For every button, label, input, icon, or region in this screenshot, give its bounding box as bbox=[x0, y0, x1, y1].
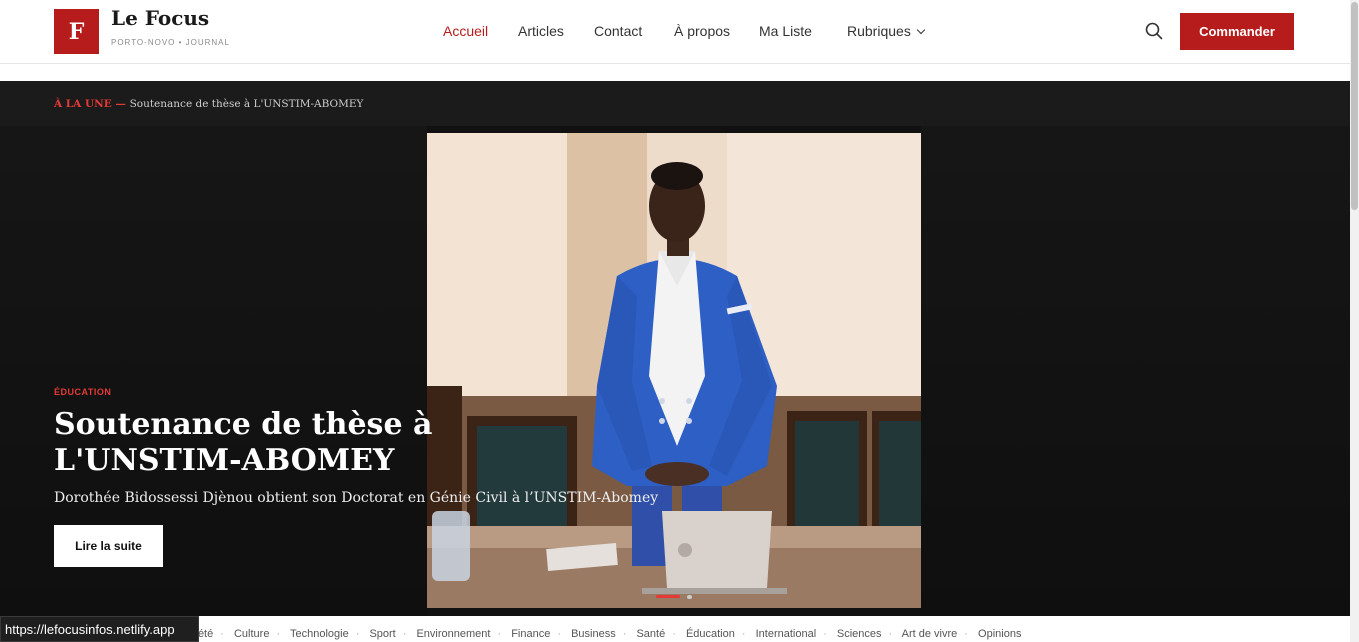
ticker-headline: Soutenance de thèse à L'UNSTIM-ABOMEY bbox=[129, 98, 364, 110]
site-header: F Le Focus PORTO-NOVO • JOURNAL Accueil … bbox=[0, 0, 1350, 64]
nav-rubriques-dropdown[interactable]: Rubriques bbox=[847, 23, 926, 39]
brand-tagline: PORTO-NOVO • JOURNAL bbox=[111, 38, 230, 47]
hero-title[interactable]: Soutenance de thèse à L'UNSTIM-ABOMEY bbox=[54, 407, 574, 479]
category-link[interactable]: Santé bbox=[636, 628, 665, 640]
ticker-line[interactable]: À LA UNE — Soutenance de thèse à L'UNSTI… bbox=[54, 98, 364, 110]
category-link[interactable]: Technologie bbox=[290, 628, 349, 640]
read-more-button[interactable]: Lire la suite bbox=[54, 525, 163, 567]
hero-photo bbox=[427, 126, 921, 616]
breaking-news-ticker: À LA UNE — Soutenance de thèse à L'UNSTI… bbox=[0, 81, 1350, 126]
category-link[interactable]: Culture bbox=[234, 628, 269, 640]
link-status-bar: https://lefocusinfos.netlify.app bbox=[0, 616, 199, 642]
nav-accueil[interactable]: Accueil bbox=[443, 23, 488, 39]
hero-slider: ÉDUCATION Soutenance de thèse à L'UNSTIM… bbox=[0, 126, 1350, 616]
hero-description: Dorothée Bidossessi Djènou obtient son D… bbox=[54, 490, 659, 506]
category-link[interactable]: International bbox=[756, 628, 817, 640]
search-icon[interactable] bbox=[1144, 21, 1164, 41]
chevron-down-icon bbox=[916, 25, 926, 35]
nav-rubriques-label: Rubriques bbox=[847, 23, 911, 39]
category-link[interactable]: Environnement bbox=[416, 628, 490, 640]
brand-name[interactable]: Le Focus bbox=[111, 6, 209, 30]
ticker-tag: À LA UNE bbox=[54, 98, 112, 110]
ticker-separator: — bbox=[111, 98, 130, 110]
category-strip: ciété · Culture · Technologie · Sport · Envi… bbox=[190, 628, 1022, 640]
slider-dot-active[interactable] bbox=[656, 595, 680, 598]
nav-a-propos[interactable]: À propos bbox=[674, 23, 730, 39]
category-link[interactable]: Art de vivre bbox=[902, 628, 958, 640]
category-link[interactable]: Sciences bbox=[837, 628, 882, 640]
category-link[interactable]: Business bbox=[571, 628, 616, 640]
commander-button[interactable]: Commander bbox=[1180, 13, 1294, 50]
category-link[interactable]: Opinions bbox=[978, 628, 1021, 640]
category-link[interactable]: Sport bbox=[369, 628, 395, 640]
nav-articles[interactable]: Articles bbox=[518, 23, 564, 39]
nav-contact[interactable]: Contact bbox=[594, 23, 642, 39]
logo-mark[interactable]: F bbox=[54, 9, 99, 54]
category-link[interactable]: Éducation bbox=[686, 628, 735, 640]
nav-ma-liste[interactable]: Ma Liste bbox=[759, 23, 812, 39]
scrollbar-thumb[interactable] bbox=[1351, 2, 1358, 210]
category-link[interactable]: Finance bbox=[511, 628, 550, 640]
hero-category[interactable]: ÉDUCATION bbox=[54, 387, 111, 397]
slider-dot[interactable] bbox=[687, 595, 692, 599]
